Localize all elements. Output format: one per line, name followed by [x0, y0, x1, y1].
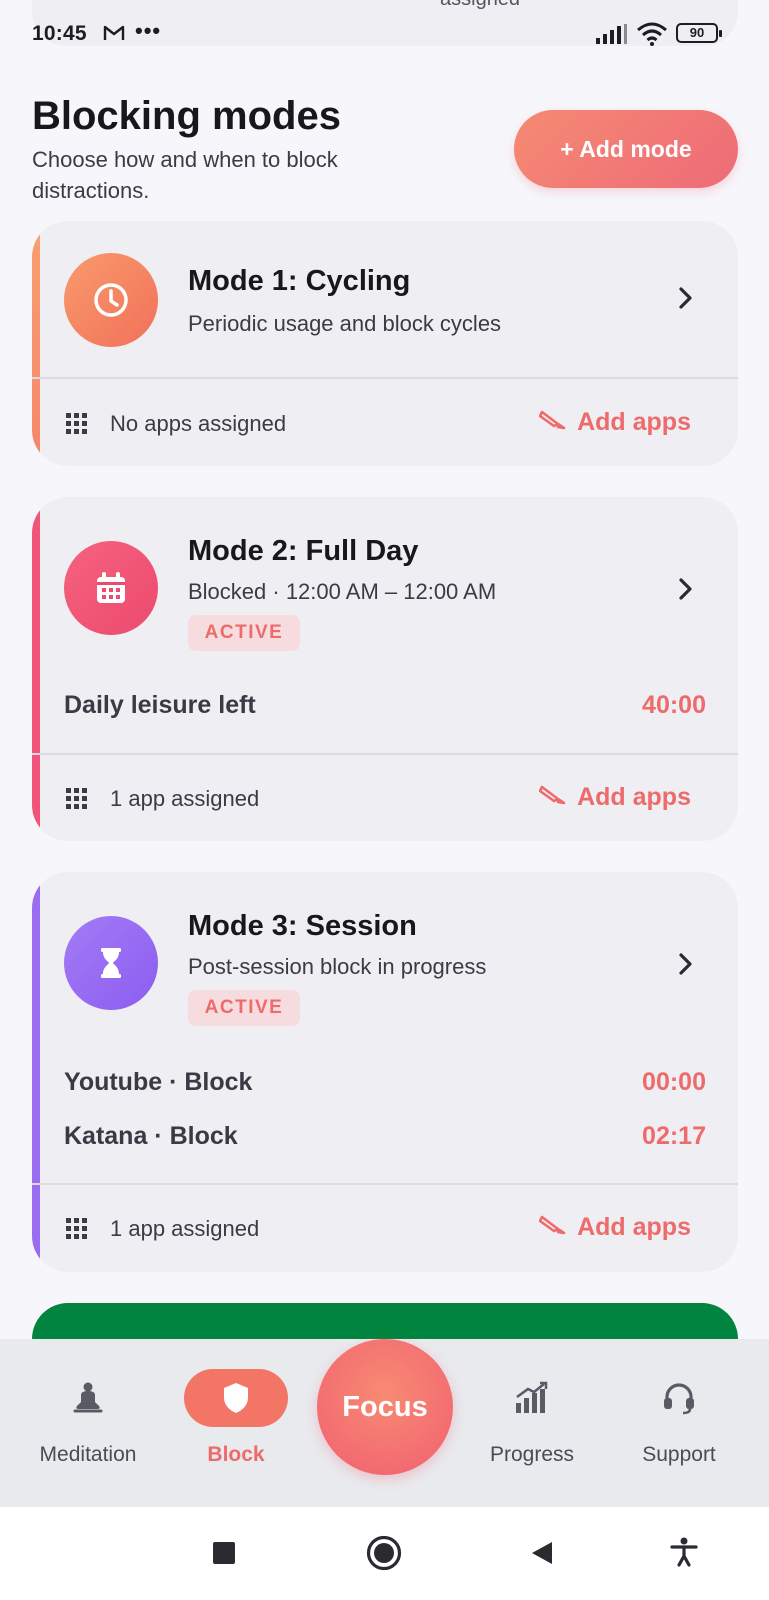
mode-card-cycling[interactable]: Mode 1: Cycling Periodic usage and block… — [32, 221, 738, 466]
mode-subtitle: Post-session block in progress — [188, 954, 487, 979]
signal-icon — [596, 24, 628, 49]
mode-card-full-day[interactable]: Mode 2: Full Day Blocked · 12:00 AM – 12… — [32, 497, 738, 841]
chevron-right-icon[interactable] — [678, 952, 694, 981]
battery-indicator: 90 — [676, 23, 722, 43]
home-circle-icon[interactable] — [366, 1535, 402, 1576]
session-row-value: 00:00 — [642, 1068, 706, 1096]
mode-title: Mode 1: Cycling — [188, 265, 411, 297]
nav-label-meditation: Meditation — [39, 1443, 137, 1466]
session-row-value: 02:17 — [642, 1122, 706, 1150]
card-accent-bar — [32, 872, 40, 1272]
add-apps-label: Add apps — [577, 783, 691, 811]
apps-assigned-text: No apps assigned — [110, 411, 287, 436]
card-accent-bar — [32, 497, 40, 841]
daily-leisure-value: 40:00 — [642, 691, 706, 719]
chevron-right-icon[interactable] — [678, 286, 694, 315]
card-divider — [32, 753, 738, 755]
nav-label-progress: Progress — [489, 1443, 575, 1466]
nav-item-progress[interactable]: Progress — [472, 1339, 592, 1507]
mode-card-session[interactable]: Mode 3: Session Post-session block in pr… — [32, 872, 738, 1272]
daily-leisure-label: Daily leisure left — [64, 691, 256, 719]
mode-subtitle: Blocked · 12:00 AM – 12:00 AM — [188, 579, 497, 604]
nav-item-block[interactable]: Block — [184, 1339, 288, 1507]
nav-item-support[interactable]: Support — [619, 1339, 739, 1507]
pencil-icon — [538, 783, 567, 812]
more-notifications: ••• — [135, 18, 162, 43]
back-triangle-icon[interactable] — [530, 1540, 554, 1571]
calendar-icon — [64, 541, 158, 635]
mode-subtitle: Periodic usage and block cycles — [188, 311, 502, 336]
add-apps-label: Add apps — [577, 408, 691, 436]
add-apps-button[interactable]: Add apps — [538, 408, 691, 437]
add-apps-button[interactable]: Add apps — [538, 1213, 691, 1242]
add-apps-button[interactable]: Add apps — [538, 783, 691, 812]
active-badge: ACTIVE — [188, 990, 300, 1026]
wifi-icon — [636, 22, 668, 51]
apps-grid-icon — [66, 788, 88, 815]
previous-card-text: assigned — [440, 0, 520, 11]
card-accent-bar — [32, 221, 40, 466]
card-divider — [32, 377, 738, 379]
pencil-icon — [538, 408, 567, 437]
mode-title: Mode 3: Session — [188, 910, 417, 942]
add-mode-button[interactable]: + Add mode — [514, 110, 738, 188]
focus-button[interactable]: Focus — [317, 1339, 453, 1475]
mode-title: Mode 2: Full Day — [188, 535, 419, 567]
add-apps-label: Add apps — [577, 1213, 691, 1241]
shield-icon — [184, 1369, 288, 1427]
chevron-right-icon[interactable] — [678, 577, 694, 606]
pencil-icon — [538, 1213, 567, 1242]
accessibility-icon[interactable] — [670, 1537, 698, 1572]
apps-assigned-text: 1 app assigned — [110, 1216, 260, 1241]
clock-icon — [64, 253, 158, 347]
page-title: Blocking modes — [32, 94, 341, 138]
nav-label-support: Support — [642, 1443, 716, 1466]
hourglass-icon — [64, 916, 158, 1010]
session-row-label: Youtube · Block — [64, 1068, 253, 1096]
headset-icon — [627, 1369, 731, 1427]
card-divider — [32, 1183, 738, 1185]
active-badge: ACTIVE — [188, 615, 300, 651]
nav-label-block: Block — [207, 1443, 265, 1466]
apps-grid-icon — [66, 413, 88, 440]
nav-item-meditation[interactable]: Meditation — [28, 1339, 148, 1507]
chart-icon — [480, 1369, 584, 1427]
status-bar: 10:45 ••• 90 — [0, 18, 769, 52]
session-row-label: Katana · Block — [64, 1122, 238, 1150]
apps-assigned-text: 1 app assigned — [110, 786, 260, 811]
apps-grid-icon — [66, 1218, 88, 1245]
page-subtitle: Choose how and when to block distraction… — [32, 147, 338, 203]
recents-square-icon[interactable] — [212, 1541, 236, 1570]
system-nav-bar — [0, 1507, 769, 1600]
gmail-icon — [103, 24, 125, 47]
meditation-icon — [36, 1369, 140, 1427]
status-time: 10:45 — [32, 22, 87, 45]
